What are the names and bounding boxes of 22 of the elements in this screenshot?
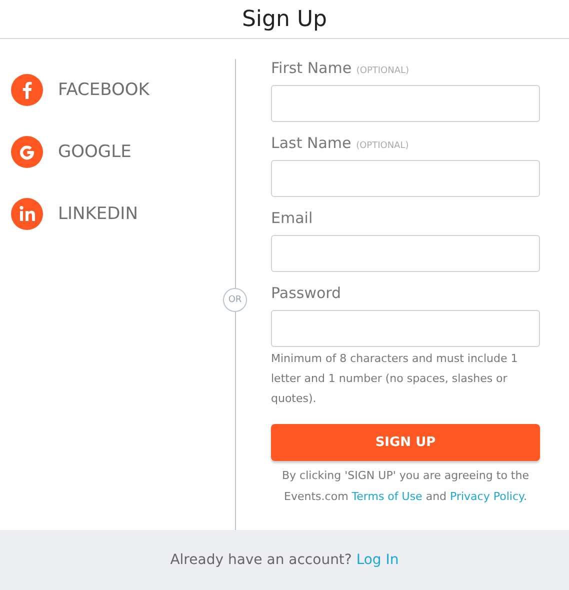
input-field[interactable] bbox=[271, 85, 540, 122]
terms-notice: By clicking 'SIGN UP' you are agreeing to the Events.com Terms of Use and Privacy Policy. bbox=[281, 468, 530, 505]
page-title: Sign Up bbox=[242, 6, 328, 32]
field-label: Last Name (OPTIONAL) bbox=[271, 134, 410, 152]
password-hint: Minimum of 8 characters and must include 1 letter and 1 number (no spaces, slashes or quotes). bbox=[271, 351, 519, 407]
field-label: First Name (OPTIONAL) bbox=[271, 59, 410, 77]
linkedin-icon bbox=[11, 198, 43, 230]
social-login-link[interactable]: GOOGLE bbox=[11, 136, 132, 168]
input-field[interactable] bbox=[271, 235, 540, 272]
privacy-link[interactable]: Privacy Policy bbox=[450, 490, 524, 503]
field-label: Password bbox=[271, 284, 342, 302]
login-prompt: Already have an account? Log In bbox=[170, 552, 399, 568]
social-login-link[interactable]: FACEBOOK bbox=[11, 74, 150, 106]
facebook-icon bbox=[11, 74, 43, 106]
terms-link[interactable]: Terms of Use bbox=[352, 490, 422, 503]
field-label: Email bbox=[271, 209, 314, 227]
input-field[interactable] bbox=[271, 160, 540, 197]
social-login-link[interactable]: LINKEDIN bbox=[11, 198, 138, 230]
input-field[interactable] bbox=[271, 310, 540, 347]
google-icon bbox=[11, 136, 43, 168]
log-in-link[interactable]: Log In bbox=[356, 552, 399, 568]
sign-up-button[interactable]: SIGN UP bbox=[271, 424, 540, 461]
